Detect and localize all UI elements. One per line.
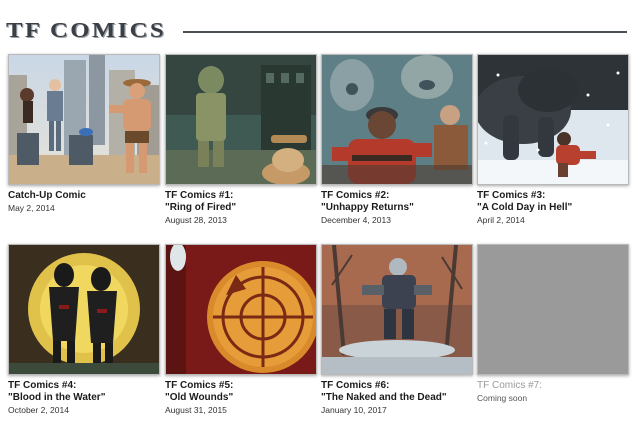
comic-title[interactable]: Catch-Up Comic [8,190,160,202]
catch-up-comic-thumbnail[interactable] [8,54,160,185]
comic-card-6[interactable]: TF Comics #6: "The Naked and the Dead" J… [321,244,473,416]
comic-title[interactable]: TF Comics #1: [165,190,317,202]
comic-card-4[interactable]: TF Comics #4: "Blood in the Water" Octob… [8,244,160,416]
coming-soon-placeholder [477,244,629,375]
comic-card-5[interactable]: TF Comics #5: "Old Wounds" August 31, 20… [165,244,317,416]
comic-subtitle[interactable]: "A Cold Day in Hell" [477,202,629,214]
comic-title[interactable]: TF Comics #5: [165,380,317,392]
comic-title[interactable]: TF Comics #2: [321,190,473,202]
comic-title[interactable]: TF Comics #4: [8,380,160,392]
comic-subtitle[interactable]: "The Naked and the Dead" [321,392,473,404]
page-header: TF COMICS [0,0,640,62]
comic-date: August 31, 2015 [165,405,227,415]
comic-date: May 2, 2014 [8,203,55,213]
comic-date: August 28, 2013 [165,215,227,225]
ring-of-fired-thumbnail[interactable] [165,54,317,185]
comic-date: April 2, 2014 [477,215,525,225]
comic-subtitle[interactable]: "Ring of Fired" [165,202,317,214]
comic-status: Coming soon [477,393,528,403]
comic-subtitle[interactable]: "Blood in the Water" [8,392,160,404]
comic-date: October 2, 2014 [8,405,69,415]
comic-subtitle[interactable]: "Old Wounds" [165,392,317,404]
unhappy-returns-thumbnail[interactable] [321,54,473,185]
comic-title[interactable]: TF Comics #6: [321,380,473,392]
comic-card-catch-up[interactable]: Catch-Up Comic May 2, 2014 [8,54,160,214]
the-naked-and-the-dead-thumbnail[interactable] [321,244,473,375]
comic-date: December 4, 2013 [321,215,391,225]
page-title: TF COMICS [6,18,167,42]
comic-card-1[interactable]: TF Comics #1: "Ring of Fired" August 28,… [165,54,317,226]
comic-card-3[interactable]: TF Comics #3: "A Cold Day in Hell" April… [477,54,629,226]
blood-in-the-water-thumbnail[interactable] [8,244,160,375]
comic-title: TF Comics #7: [477,380,543,391]
old-wounds-thumbnail[interactable] [165,244,317,375]
comic-subtitle[interactable]: "Unhappy Returns" [321,202,473,214]
comic-title[interactable]: TF Comics #3: [477,190,629,202]
a-cold-day-in-hell-thumbnail[interactable] [477,54,629,185]
comic-date: January 10, 2017 [321,405,387,415]
header-divider [183,31,627,33]
comic-card-2[interactable]: TF Comics #2: "Unhappy Returns" December… [321,54,473,226]
comic-card-7: TF Comics #7: Coming soon [477,244,629,404]
